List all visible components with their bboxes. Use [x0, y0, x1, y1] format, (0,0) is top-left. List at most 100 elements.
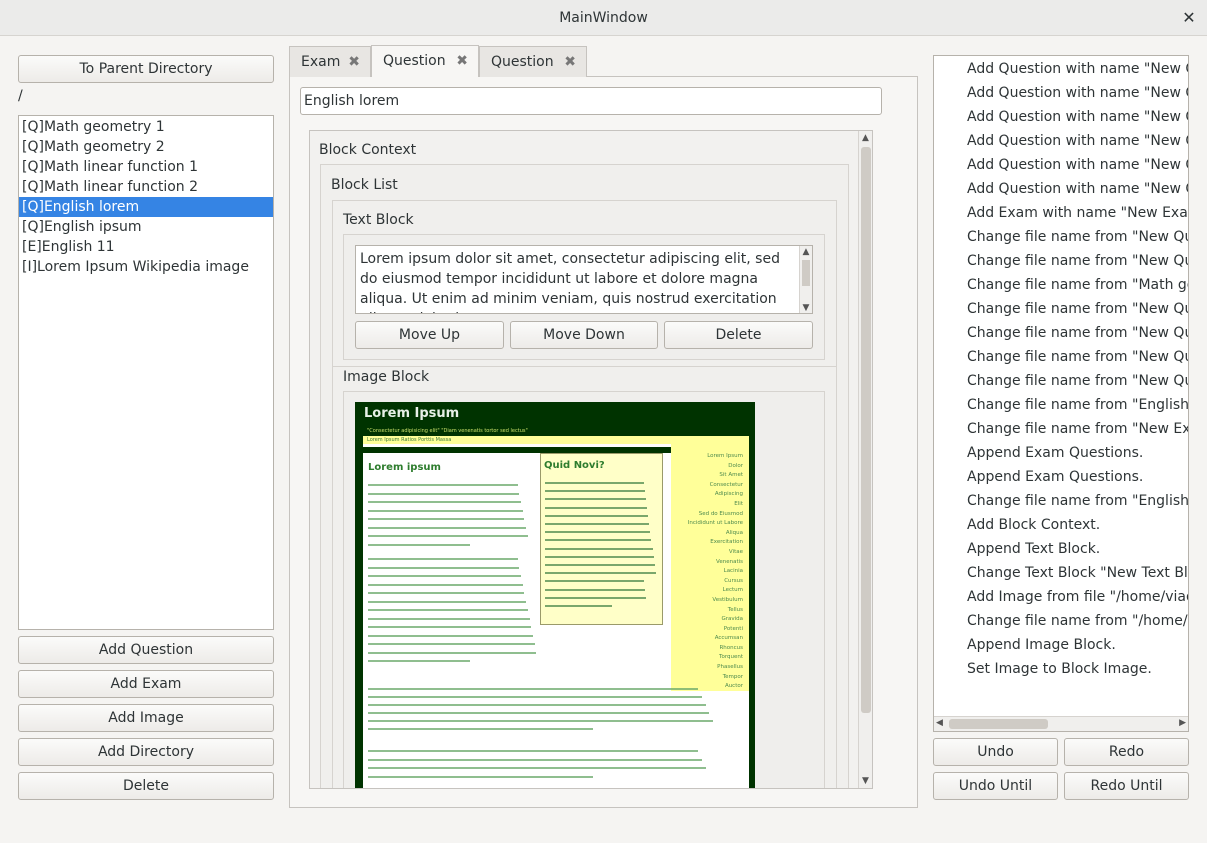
image-block-label: Image Block [343, 369, 430, 385]
text-block-editor[interactable]: Lorem ipsum dolor sit amet, consectetur … [355, 245, 813, 314]
scroll-thumb[interactable] [949, 719, 1048, 729]
file-list-item[interactable]: [Q]Math linear function 2 [19, 177, 273, 197]
image-text-line [368, 750, 698, 752]
history-item[interactable]: Add Exam with name "New Exam". [934, 201, 1188, 225]
image-nav: Lorem Ipsum Ratios Porttis Massa [367, 437, 452, 443]
undo-until-button[interactable]: Undo Until [933, 772, 1058, 800]
window-title: MainWindow [559, 10, 648, 26]
text-block-scrollbar[interactable]: ▲ ▼ [799, 246, 812, 313]
image-right-link: Venenatis [716, 558, 743, 565]
image-text-line [545, 498, 646, 501]
file-list-item[interactable]: [I]Lorem Ipsum Wikipedia image [19, 257, 273, 277]
history-item[interactable]: Change file name from "/home/via [934, 609, 1188, 633]
file-list-item[interactable]: [Q]English ipsum [19, 217, 273, 237]
scroll-up-icon[interactable]: ▲ [800, 247, 812, 257]
image-text-line [368, 704, 706, 706]
image-right-link: Consectetur [709, 481, 743, 488]
history-item[interactable]: Add Question with name "New Qu [934, 153, 1188, 177]
tab-question-active[interactable]: Question ✖ [371, 45, 479, 77]
history-horizontal-scrollbar[interactable]: ◀ ▶ [934, 716, 1188, 731]
history-item[interactable]: Append Text Block. [934, 537, 1188, 561]
image-text-line [545, 514, 649, 517]
image-text-line [368, 583, 523, 586]
history-item[interactable]: Append Exam Questions. [934, 441, 1188, 465]
close-tab-icon[interactable]: ✖ [564, 47, 576, 78]
image-text-line [545, 564, 655, 566]
history-item[interactable]: Change Text Block "New Text Bloc [934, 561, 1188, 585]
history-item[interactable]: Change file name from "New Ques [934, 225, 1188, 249]
scroll-down-icon[interactable]: ▼ [800, 303, 812, 313]
image-right-link: Potenti [723, 625, 743, 632]
close-icon[interactable]: ✕ [1177, 6, 1201, 30]
history-item[interactable]: Add Block Context. [934, 513, 1188, 537]
question-name-input[interactable]: English lorem [300, 87, 882, 115]
close-tab-icon[interactable]: ✖ [456, 46, 468, 77]
scroll-thumb[interactable] [861, 147, 871, 713]
image-right-links: Lorem Ipsum Dolor Sit Amet Consectetur Adipi… [673, 452, 743, 692]
to-parent-directory-button[interactable]: To Parent Directory [18, 55, 274, 83]
history-item[interactable]: Add Image from file "/home/viaduc [934, 585, 1188, 609]
image-text-line [368, 526, 527, 529]
scroll-down-icon[interactable]: ▼ [859, 776, 872, 786]
history-item[interactable]: Add Question with name "New Qu [934, 105, 1188, 129]
history-item[interactable]: Change file name from "Math geon [934, 273, 1188, 297]
tab-exam[interactable]: Exam ✖ [289, 46, 371, 77]
image-right-link: Lacinia [723, 568, 743, 575]
tab-label: Question [383, 53, 446, 69]
history-item[interactable]: Change file name from "New Ques [934, 369, 1188, 393]
image-text-line [368, 758, 702, 761]
image-right-link: Vestibulum [712, 596, 743, 603]
image-text-line [368, 720, 713, 722]
delete-file-button[interactable]: Delete [18, 772, 274, 800]
history-item[interactable]: Change file name from "New Ques [934, 249, 1188, 273]
close-tab-icon[interactable]: ✖ [348, 47, 360, 78]
history-list[interactable]: Add Question with name "New Qu Add Questi… [933, 55, 1189, 732]
history-item[interactable]: Change file name from "English ips [934, 489, 1188, 513]
file-list[interactable]: [Q]Math geometry 1 [Q]Math geometry 2 [Q]M… [18, 115, 274, 630]
history-item[interactable]: Change file name from "New Ques [934, 321, 1188, 345]
file-list-item[interactable]: [Q]Math geometry 2 [19, 137, 273, 157]
history-item[interactable]: Add Question with name "New Qu [934, 177, 1188, 201]
image-text-line [368, 660, 470, 662]
editor-vertical-scrollbar[interactable]: ▲ ▼ [858, 131, 872, 788]
history-item[interactable]: Add Question with name "New Qu [934, 57, 1188, 81]
block-image: Lorem Ipsum "Consectetur adipisicing eli… [355, 402, 755, 788]
file-list-item[interactable]: [Q]Math geometry 1 [19, 117, 273, 137]
history-item[interactable]: Change file name from "New Ques [934, 345, 1188, 369]
add-question-button[interactable]: Add Question [18, 636, 274, 664]
image-text-line [368, 566, 520, 569]
history-item[interactable]: Append Exam Questions. [934, 465, 1188, 489]
file-list-item[interactable]: [Q]Math linear function 1 [19, 157, 273, 177]
image-text-line [368, 767, 706, 769]
image-right-link: Rhoncus [719, 644, 743, 651]
delete-block-button[interactable]: Delete [664, 321, 813, 349]
history-item[interactable]: Append Image Block. [934, 633, 1188, 657]
scroll-thumb[interactable] [802, 260, 810, 286]
redo-button[interactable]: Redo [1064, 738, 1189, 766]
add-image-button[interactable]: Add Image [18, 704, 274, 732]
scroll-up-icon[interactable]: ▲ [859, 133, 872, 143]
image-text-line [368, 651, 537, 654]
move-down-button[interactable]: Move Down [510, 321, 658, 349]
add-directory-button[interactable]: Add Directory [18, 738, 274, 766]
image-right-link: Dolor [728, 462, 743, 469]
undo-button[interactable]: Undo [933, 738, 1058, 766]
history-item[interactable]: Set Image to Block Image. [934, 657, 1188, 681]
add-exam-button[interactable]: Add Exam [18, 670, 274, 698]
history-item[interactable]: Change file name from "New Ques [934, 297, 1188, 321]
redo-until-button[interactable]: Redo Until [1064, 772, 1189, 800]
scroll-right-icon[interactable]: ▶ [1179, 718, 1186, 728]
history-item[interactable]: Change file name from "New Exam [934, 417, 1188, 441]
scroll-left-icon[interactable]: ◀ [936, 718, 943, 728]
image-heading: Lorem ipsum [368, 462, 441, 473]
history-item[interactable]: Add Question with name "New Qu [934, 129, 1188, 153]
history-item[interactable]: Add Question with name "New Qu [934, 81, 1188, 105]
tab-question[interactable]: Question ✖ [479, 46, 587, 77]
file-list-item[interactable]: [E]English 11 [19, 237, 273, 257]
image-text-line [545, 555, 654, 558]
image-text-line [545, 531, 651, 534]
move-up-button[interactable]: Move Up [355, 321, 504, 349]
history-item[interactable]: Change file name from "English lor [934, 393, 1188, 417]
file-list-item[interactable]: [Q]English lorem [19, 197, 273, 217]
tab-label: Exam [301, 54, 341, 70]
